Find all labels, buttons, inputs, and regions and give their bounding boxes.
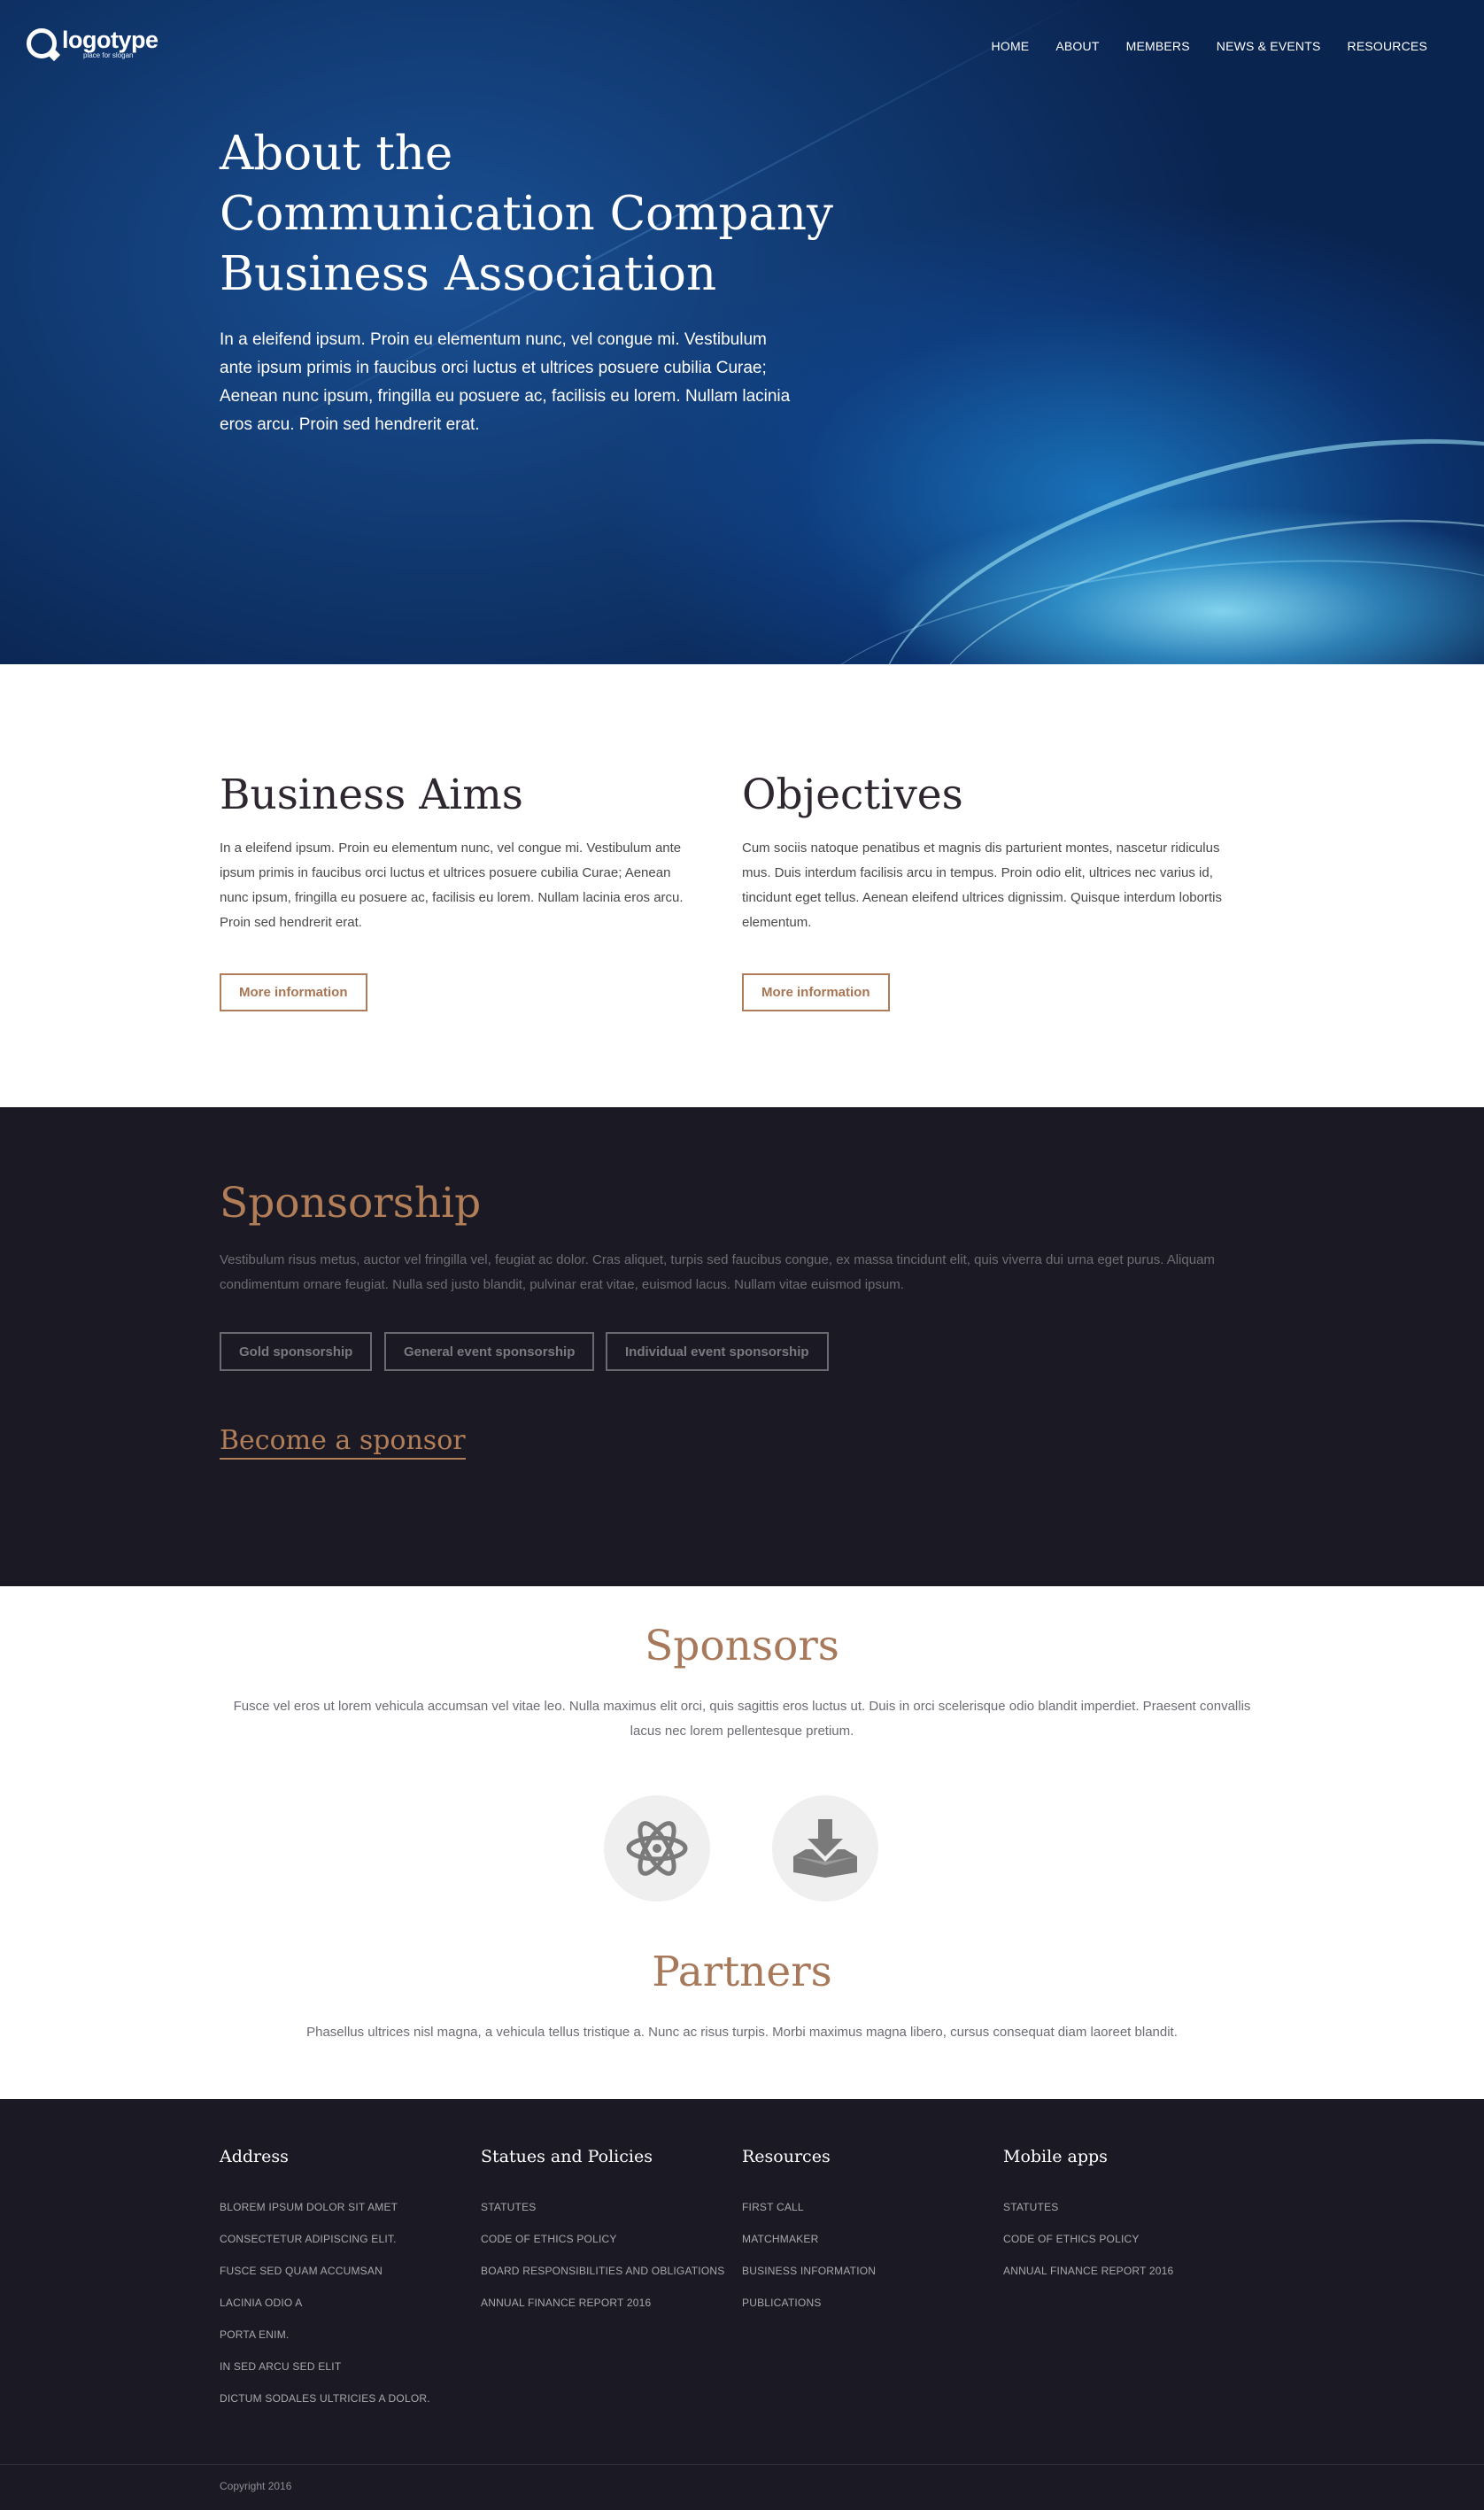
objectives-column: Objectives Cum sociis natoque penatibus … [742, 771, 1225, 935]
nav-resources[interactable]: RESOURCES [1348, 39, 1427, 53]
footer-address-line: PORTA ENIM. [220, 2328, 290, 2341]
footer-column-title: Address [220, 2147, 289, 2166]
aims-section: Business Aims In a eleifend ipsum. Proin… [0, 664, 1484, 1107]
business-aims-title: Business Aims [220, 771, 523, 819]
hero-section: logotype place for slogan HOME ABOUT MEM… [0, 0, 1484, 664]
footer-link[interactable]: ANNUAL FINANCE REPORT 2016 [1003, 2265, 1173, 2277]
logo-word: logotype [62, 26, 158, 53]
footer-column-title: Resources [742, 2147, 831, 2166]
footer-link[interactable]: PUBLICATIONS [742, 2297, 822, 2309]
footer-address-line: LACINIA ODIO A [220, 2297, 303, 2309]
footer-column-statutes: Statues and Policies STATUTES CODE OF ET… [481, 2147, 729, 2319]
nav-home[interactable]: HOME [992, 39, 1030, 53]
sponsor-logo-atom[interactable] [604, 1795, 710, 1902]
hero-title-line: About the [220, 127, 453, 181]
footer-column-title: Mobile apps [1003, 2147, 1108, 2166]
sponsorship-section: Sponsorship Vestibulum risus metus, auct… [0, 1107, 1484, 1586]
atom-icon [626, 1821, 688, 1876]
objectives-text: Cum sociis natoque penatibus et magnis d… [742, 841, 1222, 930]
hero-text: In a eleifend ipsum. Proin eu elementum … [220, 330, 791, 434]
sponsor-logo-download[interactable] [772, 1795, 878, 1902]
footer-address-line: IN SED ARCU SED ELIT [220, 2360, 342, 2373]
sponsors-text: Fusce vel eros ut lorem vehicula accumsa… [233, 1699, 1251, 1739]
footer-link[interactable]: CODE OF ETHICS POLICY [1003, 2233, 1140, 2245]
sponsors-section: Sponsors Fusce vel eros ut lorem vehicul… [0, 1586, 1484, 2099]
copyright: Copyright 2016 [220, 2480, 292, 2492]
footer-column-resources: Resources FIRST CALL MATCHMAKER BUSINESS… [742, 2147, 990, 2319]
nav-members[interactable]: MEMBERS [1126, 39, 1190, 53]
footer-divider [0, 2464, 1484, 2465]
objectives-title: Objectives [742, 771, 963, 819]
footer-link[interactable]: MATCHMAKER [742, 2233, 818, 2245]
logo-mark-icon [27, 28, 57, 58]
footer-column-address: Address BLOREM IPSUM DOLOR SIT AMET CONS… [220, 2147, 468, 2414]
logo[interactable]: logotype place for slogan [27, 23, 158, 64]
business-aims-more-button[interactable]: More information [220, 973, 367, 1011]
become-sponsor-link[interactable]: Become a sponsor [220, 1425, 466, 1460]
gold-sponsorship-button[interactable]: Gold sponsorship [220, 1332, 373, 1371]
footer-link[interactable]: BUSINESS INFORMATION [742, 2265, 876, 2277]
footer-link[interactable]: FIRST CALL [742, 2201, 804, 2213]
footer-link[interactable]: CODE OF ETHICS POLICY [481, 2233, 617, 2245]
footer-address-line: CONSECTETUR ADIPISCING ELIT. [220, 2233, 397, 2245]
sponsorship-text: Vestibulum risus metus, auctor vel fring… [220, 1252, 1215, 1292]
footer-address-line: DICTUM SODALES ULTRICIES A DOLOR. [220, 2392, 430, 2405]
hero-title-line: Communication Company [220, 187, 833, 241]
sponsors-title: Sponsors [645, 1622, 839, 1670]
download-tray-icon [793, 1819, 857, 1878]
footer-link[interactable]: STATUTES [481, 2201, 537, 2213]
footer-link[interactable]: STATUTES [1003, 2201, 1059, 2213]
footer: Address BLOREM IPSUM DOLOR SIT AMET CONS… [0, 2099, 1484, 2510]
nav-about[interactable]: ABOUT [1055, 39, 1099, 53]
main-nav: HOME ABOUT MEMBERS NEWS & EVENTS RESOURC… [992, 39, 1427, 53]
footer-column-mobile-apps: Mobile apps STATUTES CODE OF ETHICS POLI… [1003, 2147, 1251, 2287]
sponsorship-title: Sponsorship [220, 1179, 482, 1228]
footer-link[interactable]: ANNUAL FINANCE REPORT 2016 [481, 2297, 651, 2309]
footer-link[interactable]: BOARD RESPONSIBILITIES AND OBLIGATIONS [481, 2265, 724, 2277]
hero-title-line: Business Association [220, 247, 717, 301]
footer-address-line: FUSCE SED QUAM ACCUMSAN [220, 2265, 383, 2277]
business-aims-text: In a eleifend ipsum. Proin eu elementum … [220, 841, 684, 930]
individual-event-sponsorship-button[interactable]: Individual event sponsorship [606, 1332, 829, 1371]
general-event-sponsorship-button[interactable]: General event sponsorship [384, 1332, 595, 1371]
objectives-more-button[interactable]: More information [742, 973, 890, 1011]
footer-address-line: BLOREM IPSUM DOLOR SIT AMET [220, 2201, 398, 2213]
partners-text: Phasellus ultrices nisl magna, a vehicul… [306, 2025, 1178, 2040]
footer-column-title: Statues and Policies [481, 2147, 653, 2166]
nav-news-events[interactable]: NEWS & EVENTS [1217, 39, 1321, 53]
partners-title: Partners [652, 1948, 832, 1996]
business-aims-column: Business Aims In a eleifend ipsum. Proin… [220, 771, 702, 935]
hero-title: About the Communication Company Business… [220, 124, 839, 305]
